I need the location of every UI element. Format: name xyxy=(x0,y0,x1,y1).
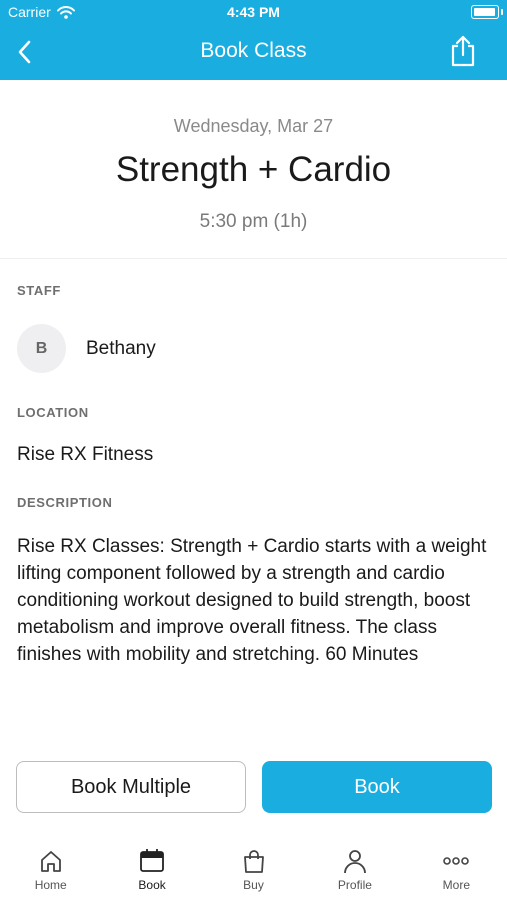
tab-home[interactable]: Home xyxy=(0,840,101,900)
share-icon[interactable] xyxy=(447,34,479,68)
location-section-label: LOCATION xyxy=(17,405,89,420)
person-icon xyxy=(344,850,366,874)
tab-profile-label: Profile xyxy=(337,878,372,892)
clock: 4:43 PM xyxy=(227,4,280,20)
page-title: Book Class xyxy=(200,39,307,62)
more-dots-icon xyxy=(443,857,470,865)
tab-more[interactable]: More xyxy=(406,840,507,900)
calendar-icon xyxy=(140,849,165,872)
book-button[interactable]: Book xyxy=(262,761,492,813)
class-time: 5:30 pm (1h) xyxy=(199,211,308,232)
location-name: Rise RX Fitness xyxy=(17,444,154,465)
tab-home-label: Home xyxy=(34,878,67,892)
tab-profile[interactable]: Profile xyxy=(304,840,405,900)
tab-bar: Home Book Buy Profile More xyxy=(0,840,507,900)
tab-buy-label: Buy xyxy=(243,878,264,892)
tab-buy[interactable]: Buy xyxy=(203,840,304,900)
status-bar: Carrier 4:43 PM xyxy=(0,0,507,24)
tab-book-label: Book xyxy=(138,878,166,892)
avatar-initial: B xyxy=(35,339,48,357)
class-description: Rise RX Classes: Strength + Cardio start… xyxy=(17,536,487,665)
staff-name: Bethany xyxy=(86,338,156,359)
class-date: Wednesday, Mar 27 xyxy=(173,116,334,136)
battery-icon xyxy=(471,5,503,19)
top-bar: Carrier 4:43 PM Book Class xyxy=(0,0,507,80)
description-section-label: DESCRIPTION xyxy=(17,495,113,510)
avatar: B xyxy=(17,324,66,373)
tab-more-label: More xyxy=(442,878,470,892)
class-header: Wednesday, Mar 27 Strength + Cardio 5:30… xyxy=(0,80,507,259)
home-icon xyxy=(40,851,61,872)
staff-section-label: STAFF xyxy=(17,283,61,298)
book-multiple-button[interactable]: Book Multiple xyxy=(16,761,246,813)
shopping-bag-icon xyxy=(243,850,264,873)
class-title: Strength + Cardio xyxy=(115,150,392,189)
tab-book[interactable]: Book xyxy=(101,840,202,900)
